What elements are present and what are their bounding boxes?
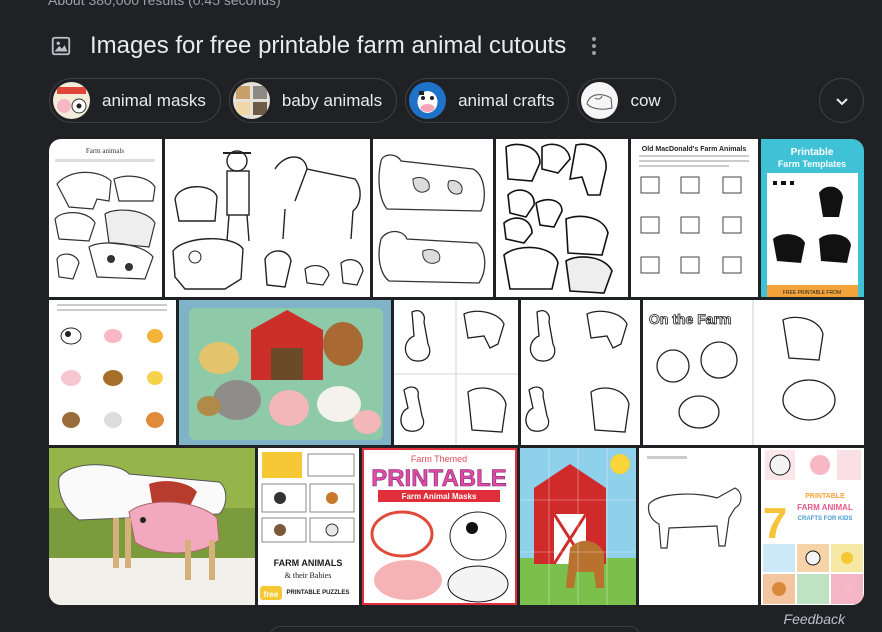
old-macdonald-farm-animals-image: Old MacDonald's Farm Animals <box>631 139 758 297</box>
image-caption: Printable <box>791 147 834 158</box>
svg-text:& their Babies: & their Babies <box>285 571 332 580</box>
more-vert-icon[interactable] <box>584 34 604 58</box>
image-result[interactable]: Old MacDonald's Farm Animals <box>631 139 758 297</box>
barn-animal-craft-photo <box>179 300 391 445</box>
images-header: Images for free printable farm animal cu… <box>50 30 604 62</box>
images-title: Images for free printable farm animal cu… <box>90 32 567 59</box>
image-result[interactable]: FARM ANIMALS & their Babies PRINTABLE PU… <box>258 448 359 605</box>
chip-label: baby animals <box>281 90 383 110</box>
feedback-link[interactable]: Feedback <box>784 611 845 627</box>
image-result[interactable] <box>49 300 176 445</box>
svg-text:PRINTABLE PUZZLES: PRINTABLE PUZZLES <box>287 590 350 596</box>
expand-chips-button[interactable] <box>819 78 864 123</box>
goose-horse-outline-image <box>394 300 518 445</box>
image-result[interactable]: On the Farm <box>643 300 864 445</box>
image-result[interactable] <box>165 139 370 297</box>
cow-outline-image <box>373 139 493 297</box>
chip-label: cow <box>630 90 661 110</box>
image-result[interactable]: Farm Themed PRINTABLE Farm Animal Masks <box>362 448 517 605</box>
printable-farm-animal-masks-image: Farm Themed PRINTABLE Farm Animal Masks <box>362 448 517 605</box>
image-result[interactable] <box>496 139 628 297</box>
image-result[interactable]: 7 PRINTABLE FARM ANIMAL CRAFTS FOR KIDS <box>761 448 864 605</box>
chip-baby-animals[interactable]: baby animals <box>228 78 398 123</box>
farm-animals-puzzles-image: FARM ANIMALS & their Babies PRINTABLE PU… <box>258 448 359 605</box>
image-caption: On the Farm <box>649 311 731 327</box>
image-result[interactable] <box>521 300 640 445</box>
svg-text:Farm Templates: Farm Templates <box>778 159 846 169</box>
image-result[interactable] <box>373 139 493 297</box>
result-stats: About 380,000 results (0.45 seconds) <box>48 0 281 8</box>
svg-text:FARM ANIMAL: FARM ANIMAL <box>797 503 853 512</box>
image-icon <box>51 36 71 56</box>
image-caption: PRINTABLE <box>371 465 507 492</box>
image-caption: FARM ANIMALS <box>274 558 343 568</box>
image-caption: Old MacDonald's Farm Animals <box>642 146 747 153</box>
clothespin-animals-photo <box>49 448 255 605</box>
image-result[interactable] <box>520 448 636 605</box>
image-grid: Farm animals Old MacDonald's Farm Animal… <box>49 139 864 605</box>
svg-text:Farm Themed: Farm Themed <box>411 454 467 464</box>
svg-text:FREE PRINTABLE FROM: FREE PRINTABLE FROM <box>783 290 841 296</box>
goat-outline-image <box>639 448 758 605</box>
chip-thumbnail <box>232 82 270 119</box>
chip-thumbnail <box>581 82 619 119</box>
image-result[interactable] <box>394 300 518 445</box>
farm-animals-worksheet-image: Farm animals <box>49 139 162 297</box>
chip-thumbnail <box>53 82 90 119</box>
barn-horse-puzzle-image <box>520 448 636 605</box>
farmer-animals-coloring-image <box>165 139 370 297</box>
view-all-button[interactable] <box>270 626 640 632</box>
related-chips: animal masks baby animals animal crafts … <box>49 78 676 123</box>
chip-animal-masks[interactable]: animal masks <box>49 78 221 123</box>
image-result[interactable] <box>639 448 758 605</box>
chip-label: animal crafts <box>458 90 555 110</box>
image-result[interactable] <box>179 300 391 445</box>
image-caption: Farm animals <box>86 147 125 155</box>
image-result[interactable]: Farm animals <box>49 139 162 297</box>
chip-cow[interactable]: cow <box>577 78 676 123</box>
svg-text:Farm Animal Masks: Farm Animal Masks <box>402 492 477 501</box>
printable-farm-templates-image: Printable Farm Templates FREE PRINTABLE … <box>761 139 864 297</box>
on-the-farm-coloring-image: On the Farm <box>643 300 864 445</box>
chip-thumbnail <box>409 82 447 119</box>
image-caption: 7 <box>763 499 787 548</box>
chip-label: animal masks <box>102 90 206 110</box>
farm-animal-cutouts-image <box>496 139 628 297</box>
colored-farm-animals-sheet-image <box>49 300 176 445</box>
image-result[interactable] <box>49 448 255 605</box>
svg-text:free: free <box>264 590 279 599</box>
chevron-down-icon <box>835 97 848 105</box>
chip-animal-crafts[interactable]: animal crafts <box>405 78 570 123</box>
svg-text:PRINTABLE: PRINTABLE <box>805 493 845 500</box>
image-result[interactable]: Printable Farm Templates FREE PRINTABLE … <box>761 139 864 297</box>
svg-text:CRAFTS FOR KIDS: CRAFTS FOR KIDS <box>798 516 853 522</box>
goose-horse-outline-image <box>521 300 640 445</box>
farm-animal-crafts-for-kids-image: 7 PRINTABLE FARM ANIMAL CRAFTS FOR KIDS <box>761 448 864 605</box>
